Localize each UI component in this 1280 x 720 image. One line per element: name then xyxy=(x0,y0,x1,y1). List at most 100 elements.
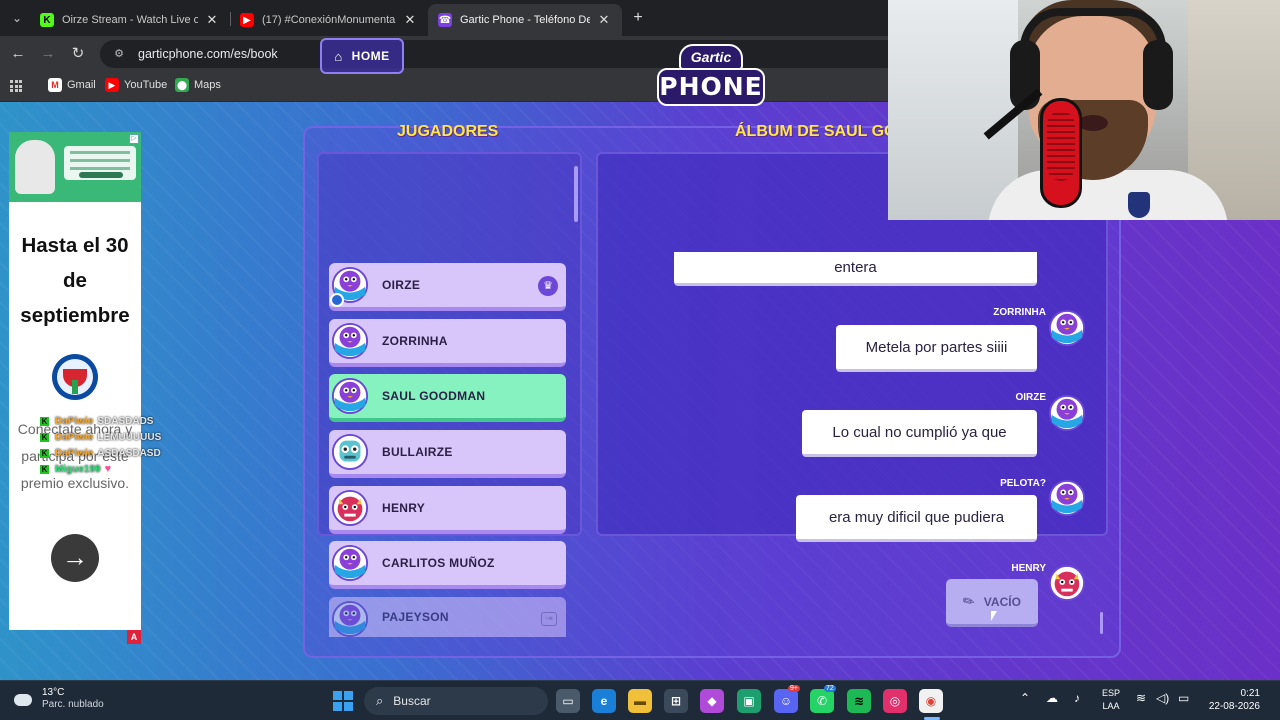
back-arrow-icon[interactable]: ← xyxy=(8,44,28,64)
webcam-background-window xyxy=(888,0,1018,220)
ad-headline: Hasta el 30 de septiembre xyxy=(20,234,130,327)
player-card-zorrinha[interactable]: ZORRINHA xyxy=(329,319,566,367)
reload-icon[interactable]: ↻ xyxy=(68,44,88,64)
stream-chat-overlay: K DaPiwie SDASDADS K DaPiwie LEMUUUUUS K… xyxy=(40,413,161,477)
album-avatar xyxy=(1048,394,1086,432)
ad-banner-image[interactable]: ▷ xyxy=(9,132,141,202)
battery-icon[interactable]: ▭ xyxy=(1178,691,1189,705)
maps-icon: ⬤ xyxy=(175,78,189,92)
chat-message: K DaPiwie SDASDADS xyxy=(40,413,161,429)
bookmark-label: YouTube xyxy=(124,79,168,91)
ad-corner-badge[interactable]: A xyxy=(127,630,141,644)
album-text: Metela por partes siiii xyxy=(865,338,1008,356)
player-avatar xyxy=(331,322,369,360)
search-icon: ⌕ xyxy=(376,693,384,708)
url-text: garticphone.com/es/book xyxy=(138,47,278,61)
chrome-icon[interactable]: ◉ xyxy=(919,689,943,713)
gartic-phone-logo: Gartic PHONE xyxy=(655,40,767,108)
task-view-icon[interactable]: ▭ xyxy=(556,689,580,713)
chat-text: ASDASDASD xyxy=(97,447,161,459)
youtube-icon: ▶ xyxy=(240,13,254,27)
bookmark-youtube[interactable]: ▶ YouTube xyxy=(105,78,167,92)
app-icon[interactable]: ▣ xyxy=(737,689,761,713)
weather-widget[interactable]: 13°C Parc. nublado xyxy=(14,687,104,711)
shirt-crest-icon xyxy=(1128,192,1150,218)
players-scrollbar[interactable] xyxy=(574,166,578,222)
chat-message: K DaPiwie LEMUUUUUS xyxy=(40,429,161,445)
player-avatar xyxy=(331,489,369,527)
player-card-saul-goodman[interactable]: SAUL GOODMAN xyxy=(329,374,566,422)
chat-text: SDASDADS xyxy=(97,415,154,427)
weather-temp: 13°C xyxy=(42,687,65,698)
windows-start-icon[interactable] xyxy=(332,689,356,713)
ad-banner-cta[interactable] xyxy=(79,172,123,178)
taskbar-search-input[interactable]: ⌕ Buscar xyxy=(364,687,548,715)
album-scrollbar[interactable] xyxy=(1100,612,1103,634)
tab-search-chevron-icon[interactable]: ⌄ xyxy=(6,7,28,29)
new-tab-plus-icon[interactable]: + xyxy=(628,8,648,28)
microsoft-store-icon[interactable]: ⊞ xyxy=(664,689,688,713)
bookmark-label: Maps xyxy=(194,79,221,91)
url-field[interactable]: ⚙ garticphone.com/es/book xyxy=(100,40,900,68)
side-advertisement[interactable]: ▷ Hasta el 30 de septiembre Conéctate ah… xyxy=(9,132,141,644)
close-tab-icon[interactable]: ✕ xyxy=(596,12,612,28)
chat-username: DaPiwie xyxy=(55,415,94,427)
discord-icon[interactable]: ☺ xyxy=(774,689,798,713)
gartic-icon: ☎ xyxy=(438,13,452,27)
microphone-icon xyxy=(1040,98,1082,208)
windows-taskbar: 13°C Parc. nublado ⌕ Buscar ▭ e ▬ ⊞ ◆ ▣ … xyxy=(0,680,1280,720)
ad-choices-icon[interactable]: ▷ xyxy=(129,134,139,144)
player-card-oirze[interactable]: OIRZE ♛ xyxy=(329,263,566,311)
player-card-bullairze[interactable]: BULLAIRZE xyxy=(329,430,566,478)
chat-username: DaPiwie xyxy=(55,431,94,443)
show-hidden-icons-chevron-icon[interactable]: ⌃ xyxy=(1020,691,1030,705)
input-language-indicator[interactable]: ESP LAA xyxy=(1102,687,1120,713)
player-card-henry[interactable]: HENRY xyxy=(329,486,566,534)
apps-grid-icon[interactable] xyxy=(10,80,22,92)
microphone-tray-icon[interactable]: ♪ xyxy=(1074,691,1080,705)
wifi-icon[interactable]: ≋ xyxy=(1136,691,1146,705)
player-name: ZORRINHA xyxy=(382,334,448,348)
tab-title: Gartic Phone - Teléfono Descon xyxy=(460,14,590,26)
edge-icon[interactable]: e xyxy=(592,689,616,713)
you-marker-icon xyxy=(330,293,344,307)
mouse-cursor-icon xyxy=(991,611,997,621)
tab-kick[interactable]: K Oirze Stream - Watch Live on Ki ✕ xyxy=(30,4,230,36)
onedrive-icon[interactable]: ☁ xyxy=(1046,691,1058,705)
gmail-icon: M xyxy=(48,78,62,92)
sponsor-logo-icon xyxy=(52,354,98,400)
copilot-icon[interactable]: ◆ xyxy=(700,689,724,713)
whatsapp-icon[interactable]: ✆ xyxy=(810,689,834,713)
album-entry-text: Metela por partes siiii xyxy=(836,325,1037,372)
close-tab-icon[interactable]: ✕ xyxy=(204,12,220,28)
close-tab-icon[interactable]: ✕ xyxy=(402,12,418,28)
clock-date: 22-08-2026 xyxy=(1208,701,1260,712)
forward-arrow-icon[interactable]: → xyxy=(38,44,58,64)
tab-gartic[interactable]: ☎ Gartic Phone - Teléfono Descon ✕ xyxy=(428,4,622,36)
clock-time: 0:21 xyxy=(1240,688,1260,699)
site-settings-icon[interactable]: ⚙ xyxy=(112,47,126,61)
file-explorer-icon[interactable]: ▬ xyxy=(628,689,652,713)
album-avatar xyxy=(1048,309,1086,347)
bookmark-gmail[interactable]: M Gmail xyxy=(48,78,96,92)
pencil-icon: ✎ xyxy=(959,591,978,611)
player-card-pajeyson[interactable]: PAJEYSON ⇥ xyxy=(329,597,566,638)
player-name: BULLAIRZE xyxy=(382,445,453,459)
tab-youtube[interactable]: ▶ (17) #ConexiónMonumental | C ✕ xyxy=(230,4,428,36)
partly-cloudy-icon xyxy=(14,688,36,710)
player-avatar xyxy=(331,600,369,638)
kick-icon: K xyxy=(40,13,54,27)
spotify-icon[interactable]: ≋ xyxy=(847,689,871,713)
whatsapp-badge: 72 xyxy=(824,685,836,692)
player-card-carlitos-munoz[interactable]: CARLITOS MUÑOZ xyxy=(329,541,566,589)
kick-icon: K xyxy=(40,416,49,426)
home-button[interactable]: ⌂ HOME xyxy=(320,38,404,74)
album-avatar xyxy=(1048,564,1086,602)
keyboard-layout: LAA xyxy=(1102,701,1120,711)
volume-icon[interactable]: ◁) xyxy=(1156,691,1169,705)
bookmark-maps[interactable]: ⬤ Maps xyxy=(175,78,221,92)
system-clock[interactable]: 0:21 22-08-2026 xyxy=(1196,687,1260,713)
instagram-icon[interactable]: ◎ xyxy=(883,689,907,713)
ad-arrow-right-icon[interactable]: → xyxy=(51,534,99,582)
player-avatar xyxy=(331,433,369,471)
